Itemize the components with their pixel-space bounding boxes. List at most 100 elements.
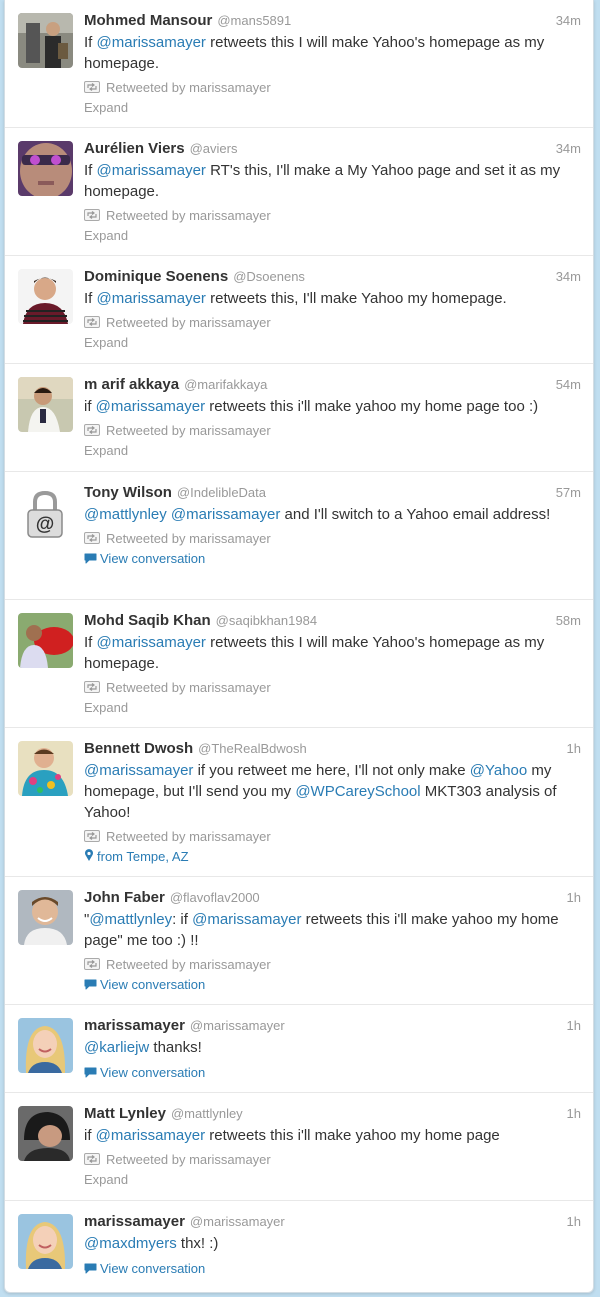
- tweet-item[interactable]: marissamayer @marissamayer 1h @karliejw tha…: [5, 1005, 593, 1093]
- tweet-item[interactable]: Mohmed Mansour @mans5891 34m If @marissamay…: [5, 0, 593, 128]
- author-fullname[interactable]: John Faber: [84, 889, 165, 906]
- expand-link[interactable]: Expand: [84, 334, 581, 351]
- avatar[interactable]: [18, 377, 73, 432]
- tweet-text-segment: retweets this i'll make yahoo my home pa…: [205, 398, 539, 415]
- tweet-item[interactable]: Dominique Soenens @Dsoenens 34m If @marissa…: [5, 256, 593, 364]
- action-label[interactable]: View conversation: [100, 551, 205, 566]
- tweet-timestamp[interactable]: 1h: [567, 890, 581, 905]
- avatar[interactable]: [18, 269, 73, 324]
- action-label[interactable]: View conversation: [100, 977, 205, 992]
- tweet-item[interactable]: Mohd Saqib Khan @saqibkhan1984 58m If @mari…: [5, 600, 593, 728]
- author-username[interactable]: @marifakkaya: [184, 377, 267, 392]
- author-fullname[interactable]: m arif akkaya: [84, 376, 179, 393]
- retweeted-by: Retweeted by marissamayer: [84, 530, 581, 546]
- tweet-timestamp[interactable]: 54m: [556, 377, 581, 392]
- author-username[interactable]: @saqibkhan1984: [216, 613, 317, 628]
- mention-link[interactable]: @marissamayer: [97, 634, 206, 651]
- tweet-text: if @marissamayer retweets this i'll make…: [84, 1125, 581, 1146]
- view-conversation-link[interactable]: View conversation: [84, 976, 581, 993]
- author-fullname[interactable]: marissamayer: [84, 1213, 185, 1230]
- mention-link[interactable]: @mattlynley: [89, 911, 172, 928]
- tweet-timestamp[interactable]: 57m: [556, 485, 581, 500]
- tweet-timestamp[interactable]: 34m: [556, 269, 581, 284]
- author-username[interactable]: @marissamayer: [190, 1018, 285, 1033]
- avatar[interactable]: [18, 141, 73, 196]
- author-fullname[interactable]: Aurélien Viers: [84, 140, 185, 157]
- mention-link[interactable]: @marissamayer: [97, 290, 206, 307]
- action-label[interactable]: Expand: [84, 100, 128, 115]
- mention-link[interactable]: @mattlynley: [84, 506, 167, 523]
- expand-link[interactable]: Expand: [84, 227, 581, 244]
- author-fullname[interactable]: Bennett Dwosh: [84, 740, 193, 757]
- mention-link[interactable]: @marissamayer: [84, 762, 193, 779]
- author-fullname[interactable]: marissamayer: [84, 1017, 185, 1034]
- mention-link[interactable]: @karliejw: [84, 1039, 149, 1056]
- author-username[interactable]: @mattlynley: [171, 1106, 243, 1121]
- expand-link[interactable]: Expand: [84, 99, 581, 116]
- tweet-timestamp[interactable]: 1h: [567, 1018, 581, 1033]
- tweet-timestamp[interactable]: 34m: [556, 13, 581, 28]
- author-username[interactable]: @Dsoenens: [233, 269, 305, 284]
- expand-link[interactable]: Expand: [84, 1171, 581, 1188]
- tweet-item[interactable]: Matt Lynley @mattlynley 1h if @marissamayer…: [5, 1093, 593, 1201]
- author-username[interactable]: @TheRealBdwosh: [198, 741, 307, 756]
- avatar[interactable]: [18, 741, 73, 796]
- author-fullname[interactable]: Dominique Soenens: [84, 268, 228, 285]
- action-label[interactable]: Expand: [84, 335, 128, 350]
- tweet-timestamp[interactable]: 1h: [567, 1106, 581, 1121]
- action-label[interactable]: from Tempe, AZ: [97, 849, 189, 864]
- mention-link[interactable]: @marissamayer: [96, 398, 205, 415]
- mention-link[interactable]: @WPCareySchool: [295, 783, 420, 800]
- location-link[interactable]: from Tempe, AZ: [84, 848, 581, 865]
- tweet-item[interactable]: John Faber @flavoflav2000 1h "@mattlynley: …: [5, 877, 593, 1005]
- action-label[interactable]: Expand: [84, 228, 128, 243]
- mention-link[interactable]: @marissamayer: [97, 162, 206, 179]
- mention-link[interactable]: @maxdmyers: [84, 1235, 177, 1252]
- view-conversation-link[interactable]: View conversation: [84, 1260, 581, 1277]
- avatar[interactable]: [18, 1018, 73, 1073]
- expand-link[interactable]: Expand: [84, 442, 581, 459]
- action-label[interactable]: Expand: [84, 443, 128, 458]
- avatar[interactable]: [18, 890, 73, 945]
- tweet-item[interactable]: @ Tony Wilson @IndelibleData 57m @mattlynley…: [5, 472, 593, 600]
- view-conversation-link[interactable]: View conversation: [84, 550, 581, 567]
- avatar[interactable]: @: [18, 485, 73, 540]
- retweeted-by-label: Retweeted by marissamayer: [106, 207, 271, 223]
- tweet-item[interactable]: m arif akkaya @marifakkaya 54m if @marissam…: [5, 364, 593, 472]
- avatar[interactable]: [18, 613, 73, 668]
- avatar[interactable]: [18, 1106, 73, 1161]
- action-label[interactable]: Expand: [84, 1172, 128, 1187]
- author-username[interactable]: @IndelibleData: [177, 485, 266, 500]
- action-label[interactable]: View conversation: [100, 1065, 205, 1080]
- tweet-text-segment: retweets this i'll make yahoo my home pa…: [205, 1127, 500, 1144]
- tweet-timestamp[interactable]: 1h: [567, 741, 581, 756]
- mention-link[interactable]: @marissamayer: [96, 1127, 205, 1144]
- retweeted-by: Retweeted by marissamayer: [84, 79, 581, 95]
- mention-link[interactable]: @marissamayer: [192, 911, 301, 928]
- view-conversation-link[interactable]: View conversation: [84, 1064, 581, 1081]
- tweet-item[interactable]: Aurélien Viers @aviers 34m If @marissamayer…: [5, 128, 593, 256]
- action-label[interactable]: View conversation: [100, 1261, 205, 1276]
- author-fullname[interactable]: Mohmed Mansour: [84, 12, 212, 29]
- mention-link[interactable]: @marissamayer: [171, 506, 280, 523]
- tweet-timestamp[interactable]: 34m: [556, 141, 581, 156]
- tweet-header: marissamayer @marissamayer 1h: [84, 1017, 581, 1037]
- mention-link[interactable]: @marissamayer: [97, 34, 206, 51]
- author-username[interactable]: @marissamayer: [190, 1214, 285, 1229]
- tweet-item[interactable]: marissamayer @marissamayer 1h @maxdmyers th…: [5, 1201, 593, 1292]
- tweet-item[interactable]: Bennett Dwosh @TheRealBdwosh 1h @marissamay…: [5, 728, 593, 877]
- tweet-timestamp[interactable]: 1h: [567, 1214, 581, 1229]
- tweet-text: @mattlynley @marissamayer and I'll switc…: [84, 504, 581, 525]
- author-username[interactable]: @flavoflav2000: [170, 890, 260, 905]
- mention-link[interactable]: @Yahoo: [470, 762, 528, 779]
- author-fullname[interactable]: Matt Lynley: [84, 1105, 166, 1122]
- expand-link[interactable]: Expand: [84, 699, 581, 716]
- author-fullname[interactable]: Tony Wilson: [84, 484, 172, 501]
- avatar[interactable]: [18, 1214, 73, 1269]
- tweet-timestamp[interactable]: 58m: [556, 613, 581, 628]
- author-fullname[interactable]: Mohd Saqib Khan: [84, 612, 211, 629]
- action-label[interactable]: Expand: [84, 700, 128, 715]
- author-username[interactable]: @mans5891: [217, 13, 291, 28]
- author-username[interactable]: @aviers: [190, 141, 238, 156]
- avatar[interactable]: [18, 13, 73, 68]
